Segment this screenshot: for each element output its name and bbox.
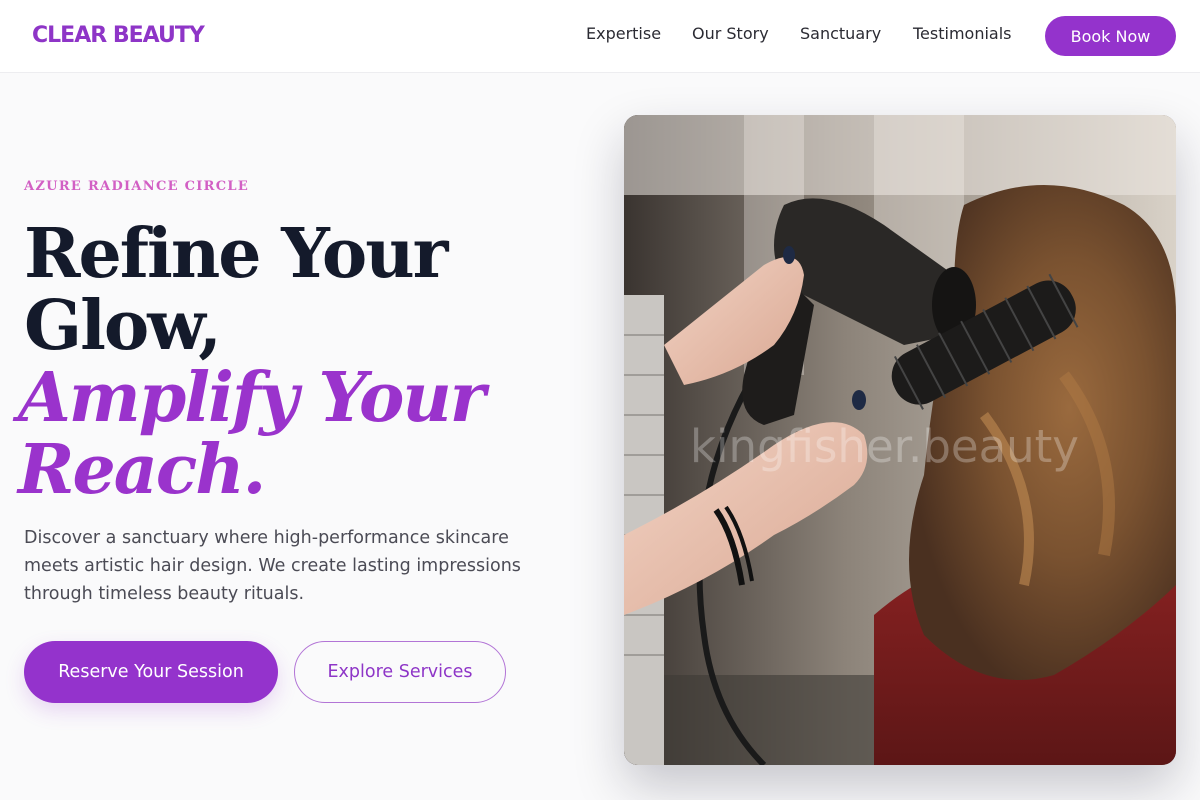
- hero-photo: [624, 115, 1176, 765]
- headline-accent-line-2: Reach.: [18, 430, 266, 510]
- book-now-button[interactable]: Book Now: [1045, 16, 1176, 56]
- explore-services-button[interactable]: Explore Services: [294, 641, 506, 703]
- nav-link-sanctuary[interactable]: Sanctuary: [800, 24, 881, 44]
- hero-description: Discover a sanctuary where high-performa…: [24, 528, 521, 604]
- nav-link-testimonials[interactable]: Testimonials: [913, 24, 1012, 44]
- hero-headline: Refine Your Glow, Amplify Your Reach.: [18, 214, 564, 506]
- hero-eyebrow: AZURE RADIANCE CIRCLE: [24, 179, 250, 194]
- brand-logo[interactable]: CLEAR BEAUTY: [24, 21, 212, 50]
- headline-line-1: Refine Your: [24, 214, 449, 294]
- reserve-session-button[interactable]: Reserve Your Session: [24, 641, 278, 703]
- top-navbar: CLEAR BEAUTY Expertise Our Story Sanctua…: [0, 0, 1200, 73]
- hairstylist-photo-illustration: [624, 115, 1176, 765]
- headline-accent-line-1: Amplify Your: [18, 358, 486, 438]
- nav-link-our-story[interactable]: Our Story: [692, 24, 769, 44]
- headline-line-2: Glow,: [24, 286, 222, 366]
- nav-link-expertise[interactable]: Expertise: [586, 24, 661, 44]
